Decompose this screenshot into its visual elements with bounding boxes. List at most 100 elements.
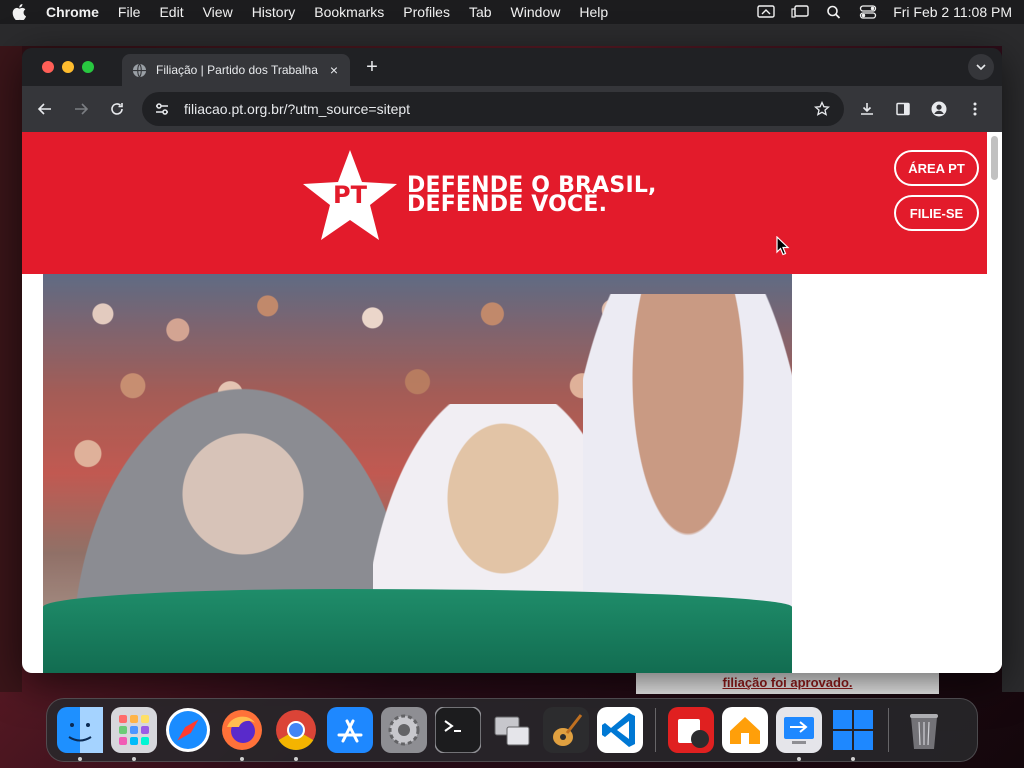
menu-history[interactable]: History (252, 4, 296, 20)
dock-system-settings[interactable] (381, 707, 427, 753)
reload-icon (111, 103, 123, 115)
control-center-icon[interactable] (859, 4, 877, 20)
migration-assistant-icon (494, 716, 530, 746)
browser-toolbar: filiacao.pt.org.br/?utm_source=sitept (22, 86, 1002, 132)
chrome-menu-button[interactable] (960, 94, 990, 124)
dock-remote-desktop[interactable] (776, 707, 822, 761)
running-indicator (294, 757, 298, 761)
dock-terminal[interactable] (435, 707, 481, 753)
finder-icon (57, 707, 103, 753)
chrome-icon (276, 710, 316, 750)
menu-view[interactable]: View (203, 4, 233, 20)
chrome-window: Filiação | Partido dos Trabalha × + fili… (22, 48, 1002, 673)
site-settings-icon[interactable] (154, 100, 172, 118)
menu-file[interactable]: File (118, 4, 141, 20)
tab-strip: Filiação | Partido dos Trabalha × + (22, 48, 1002, 86)
running-indicator (132, 757, 136, 761)
menu-bookmarks[interactable]: Bookmarks (314, 4, 384, 20)
vscode-icon (597, 707, 643, 753)
downloads-button[interactable] (852, 94, 882, 124)
running-indicator (851, 757, 855, 761)
arrow-left-icon (37, 103, 51, 115)
side-panel-icon (896, 102, 910, 116)
dock-windows-app[interactable] (830, 707, 876, 761)
screen-mirroring-icon[interactable] (757, 4, 775, 20)
dock-garageband[interactable] (543, 707, 589, 753)
photo-booth-icon (668, 707, 714, 753)
zoom-window-button[interactable] (82, 61, 94, 73)
running-indicator (797, 757, 801, 761)
pt-star-logo[interactable]: PT (300, 148, 400, 243)
menu-tab[interactable]: Tab (469, 4, 492, 20)
green-banner (43, 589, 792, 673)
globe-icon (132, 62, 148, 78)
trash-icon (910, 714, 938, 749)
close-window-button[interactable] (42, 61, 54, 73)
menu-bar: Chrome File Edit View History Bookmarks … (0, 0, 1024, 24)
menu-edit[interactable]: Edit (159, 4, 183, 20)
dock-separator (655, 708, 656, 752)
minimize-window-button[interactable] (62, 61, 74, 73)
arrow-right-icon (75, 103, 89, 115)
dock-migration-assistant[interactable] (489, 707, 535, 753)
dock-trash[interactable] (901, 707, 947, 753)
stage-manager-icon[interactable] (791, 4, 809, 20)
area-pt-button[interactable]: ÁREA PT (894, 150, 979, 186)
kebab-menu-icon (973, 102, 977, 116)
safari-compass-icon (166, 708, 210, 752)
running-indicator (78, 757, 82, 761)
dock-firefox[interactable] (219, 707, 265, 761)
profile-button[interactable] (924, 94, 954, 124)
guitar-icon (543, 707, 589, 753)
reload-button[interactable] (102, 94, 132, 124)
dock-photo-booth[interactable] (668, 707, 714, 753)
menu-profiles[interactable]: Profiles (403, 4, 450, 20)
page-viewport[interactable]: PT DEFENDE O BRASIL, DEFENDE VOCÊ. ÁREA … (22, 132, 1002, 673)
dock-separator (888, 708, 889, 752)
dock-launchpad[interactable] (111, 707, 157, 761)
menu-help[interactable]: Help (579, 4, 608, 20)
side-panel-button[interactable] (888, 94, 918, 124)
scrollbar-thumb[interactable] (991, 136, 998, 180)
dock-chrome[interactable] (273, 707, 319, 761)
launchpad-icon (111, 707, 157, 753)
dock-safari[interactable] (165, 707, 211, 753)
dock-app-store[interactable] (327, 707, 373, 753)
site-header: PT DEFENDE O BRASIL, DEFENDE VOCÊ. ÁREA … (22, 132, 987, 274)
spotlight-search-icon[interactable] (825, 4, 843, 20)
url-path: /?utm_source=sitept (283, 101, 411, 117)
terminal-icon (435, 707, 481, 753)
url-host: filiacao.pt.org.br (184, 101, 284, 117)
firefox-icon (222, 710, 262, 750)
chevron-down-icon (976, 64, 986, 71)
apple-menu-icon[interactable] (12, 4, 28, 20)
dock-home[interactable] (722, 707, 768, 753)
dock-vscode[interactable] (597, 707, 643, 753)
menu-clock[interactable]: Fri Feb 2 11:08 PM (893, 4, 1012, 20)
menu-app-name[interactable]: Chrome (46, 4, 99, 20)
window-controls (42, 61, 102, 73)
home-icon (722, 707, 768, 753)
new-tab-button[interactable]: + (358, 53, 386, 81)
dock (46, 698, 978, 762)
running-indicator (240, 757, 244, 761)
url-text[interactable]: filiacao.pt.org.br/?utm_source=sitept (184, 101, 814, 117)
back-button[interactable] (30, 94, 60, 124)
download-icon (861, 103, 873, 115)
join-button[interactable]: FILIE-SE (894, 195, 979, 231)
tab-search-button[interactable] (968, 54, 994, 80)
tab-active[interactable]: Filiação | Partido dos Trabalha × (122, 54, 350, 86)
gear-icon (381, 707, 427, 753)
logo-text: PT (333, 181, 368, 209)
remote-desktop-icon (776, 707, 822, 753)
menu-window[interactable]: Window (511, 4, 561, 20)
dock-finder[interactable] (57, 707, 103, 761)
bookmark-star-icon[interactable] (814, 100, 832, 118)
tab-title: Filiação | Partido dos Trabalha (156, 63, 318, 77)
mouse-cursor-icon (776, 236, 790, 256)
forward-button[interactable] (66, 94, 96, 124)
background-window-link[interactable]: filiação foi aprovado. (636, 672, 939, 694)
page-scrollbar[interactable] (987, 132, 1002, 673)
address-bar[interactable]: filiacao.pt.org.br/?utm_source=sitept (142, 92, 844, 126)
tab-close-icon[interactable]: × (326, 62, 342, 78)
